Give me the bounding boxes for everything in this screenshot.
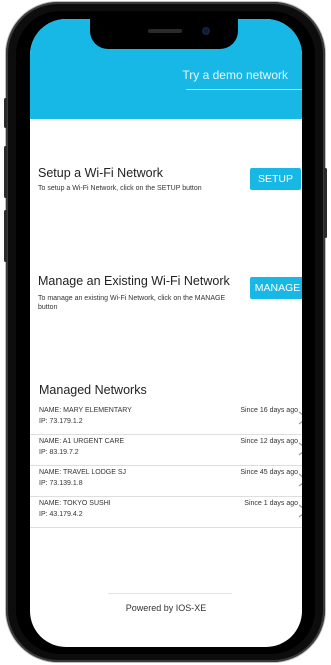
chevron-right-icon <box>298 411 302 425</box>
front-camera-icon <box>202 27 210 35</box>
chevron-right-icon <box>298 442 302 456</box>
network-row[interactable]: NAME: MARY ELEMENTARY IP: 73.179.1.2 Sin… <box>30 404 302 435</box>
network-ip: IP: 73.139.1.8 <box>39 480 83 487</box>
network-name: NAME: TRAVEL LODGE SJ <box>39 469 127 476</box>
footer-divider <box>108 593 232 594</box>
chevron-right-icon <box>298 473 302 487</box>
setup-button[interactable]: SETUP <box>250 168 301 190</box>
network-row[interactable]: NAME: TOKYO SUSHI IP: 43.179.4.2 Since 1… <box>30 497 302 528</box>
network-row[interactable]: NAME: A1 URGENT CARE IP: 83.19.7.2 Since… <box>30 435 302 466</box>
network-name: NAME: A1 URGENT CARE <box>39 438 125 445</box>
volume-down-button <box>4 210 7 262</box>
try-demo-link[interactable]: Try a demo network <box>182 68 288 82</box>
powered-by-text: Powered by IOS-XE <box>125 603 207 613</box>
app-screen: Try a demo network Setup a Wi-Fi Network… <box>30 19 302 647</box>
demo-link-underline <box>186 89 302 90</box>
phone-notch <box>90 19 238 49</box>
network-since: Since 45 days ago <box>240 469 298 476</box>
network-since: Since 12 days ago <box>240 438 298 445</box>
setup-title: Setup a Wi-Fi Network <box>38 166 164 180</box>
network-since: Since 16 days ago <box>240 407 298 414</box>
mute-switch <box>4 98 7 128</box>
setup-description: To setup a Wi-Fi Network, click on the S… <box>38 185 202 192</box>
network-ip: IP: 73.179.1.2 <box>39 418 83 425</box>
chevron-right-icon <box>298 504 302 518</box>
manage-description: To manage an existing Wi-Fi Network, cli… <box>38 295 226 311</box>
manage-button[interactable]: MANAGE <box>250 277 302 299</box>
network-row[interactable]: NAME: TRAVEL LODGE SJ IP: 73.139.1.8 Sin… <box>30 466 302 497</box>
network-ip: IP: 83.19.7.2 <box>39 449 79 456</box>
manage-title: Manage an Existing Wi-Fi Network <box>38 274 230 288</box>
network-since: Since 1 days ago <box>244 500 298 507</box>
power-button <box>324 168 327 238</box>
speaker-grille <box>148 29 182 33</box>
volume-up-button <box>4 146 7 198</box>
network-name: NAME: TOKYO SUSHI <box>39 500 111 507</box>
network-ip: IP: 43.179.4.2 <box>39 511 83 518</box>
network-name: NAME: MARY ELEMENTARY <box>39 407 132 414</box>
managed-networks-title: Managed Networks <box>39 383 147 397</box>
